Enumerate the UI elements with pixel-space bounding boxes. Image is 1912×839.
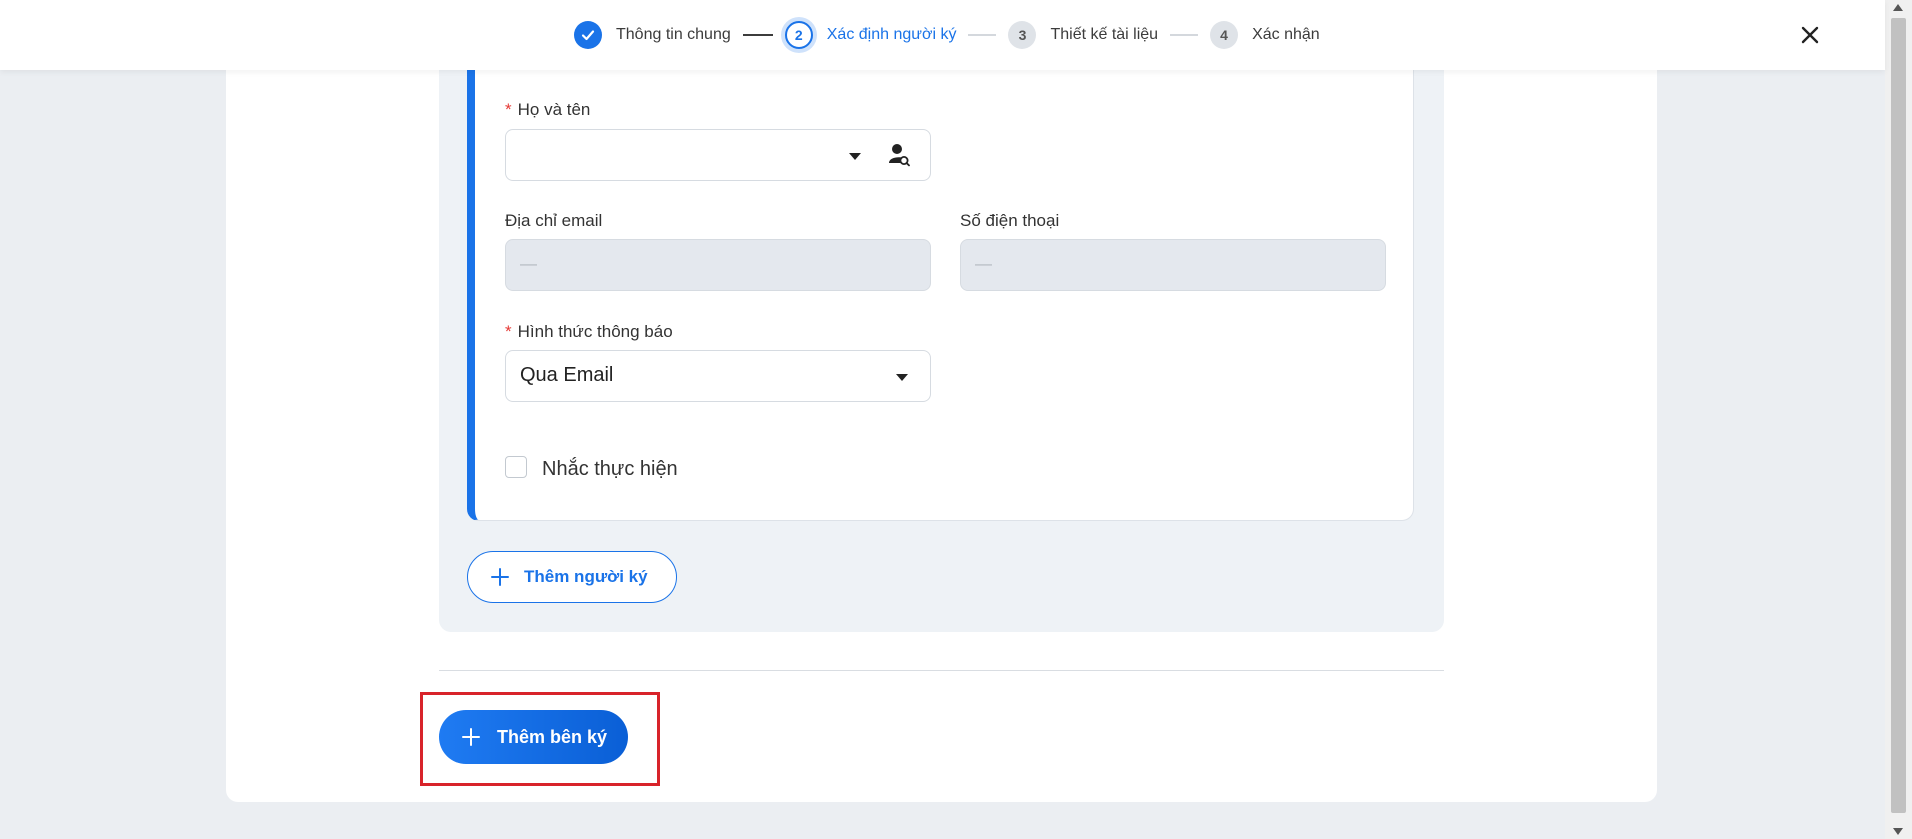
step-2[interactable]: 2 Xác định người ký	[784, 21, 957, 49]
email-placeholder: —	[520, 254, 537, 273]
step-connector	[1170, 34, 1199, 36]
reminder-label[interactable]: Nhắc thực hiện	[542, 458, 678, 481]
email-label: Địa chỉ email	[505, 211, 603, 230]
check-icon	[574, 21, 602, 49]
step-3-label: Thiết kế tài liệu	[1050, 26, 1159, 43]
notify-select[interactable]: Qua Email	[505, 350, 931, 402]
step-connector	[968, 34, 997, 36]
step-4-number: 4	[1210, 21, 1239, 49]
full-name-select[interactable]	[505, 129, 931, 181]
full-name-label: * Họ và tên	[505, 100, 590, 120]
step-4[interactable]: 4 Xác nhận	[1210, 21, 1320, 49]
step-3[interactable]: 3 Thiết kế tài liệu	[1008, 21, 1158, 49]
add-signer-person-button[interactable]: Thêm người ký	[467, 551, 677, 603]
step-1[interactable]: Thông tin chung	[574, 21, 731, 49]
caret-down-icon[interactable]	[849, 153, 861, 160]
notify-value: Qua Email	[520, 364, 614, 386]
add-signer-party-button[interactable]: Thêm bên ký	[439, 710, 628, 764]
step-4-label: Xác nhận	[1252, 26, 1320, 43]
full-name-label-text: Họ và tên	[517, 100, 591, 119]
email-field: —	[505, 239, 931, 291]
add-signer-person-label: Thêm người ký	[524, 567, 648, 586]
plus-icon	[490, 567, 510, 587]
phone-label: Số điện thoại	[960, 211, 1060, 230]
phone-placeholder: —	[975, 254, 992, 273]
stepper-header: Thông tin chung 2 Xác định người ký 3 Th…	[0, 0, 1885, 70]
required-mark: *	[505, 322, 512, 341]
close-icon[interactable]	[1797, 22, 1823, 48]
signer-card: * Họ và tên Địa chỉ email — Số điện thoại…	[467, 40, 1414, 521]
user-search-icon[interactable]	[888, 143, 910, 172]
reminder-checkbox[interactable]	[505, 456, 527, 478]
scroll-up-icon[interactable]	[1893, 4, 1903, 11]
step-3-number: 3	[1008, 21, 1037, 49]
required-mark: *	[505, 100, 512, 119]
caret-down-icon[interactable]	[896, 374, 908, 381]
scroll-down-icon[interactable]	[1893, 828, 1903, 835]
add-signer-party-label: Thêm bên ký	[497, 726, 608, 747]
notify-label: * Hình thức thông báo	[505, 322, 673, 342]
scroll-thumb[interactable]	[1891, 18, 1906, 813]
step-1-label: Thông tin chung	[616, 26, 731, 43]
step-2-label: Xác định người ký	[826, 26, 957, 43]
scrollbar[interactable]	[1885, 0, 1912, 839]
plus-icon	[461, 727, 481, 747]
phone-field: —	[960, 239, 1386, 291]
stepper: Thông tin chung 2 Xác định người ký 3 Th…	[574, 20, 1320, 50]
step-connector	[742, 34, 773, 36]
notify-label-text: Hình thức thông báo	[517, 322, 673, 341]
divider	[439, 670, 1444, 671]
step-2-number: 2	[784, 21, 813, 49]
